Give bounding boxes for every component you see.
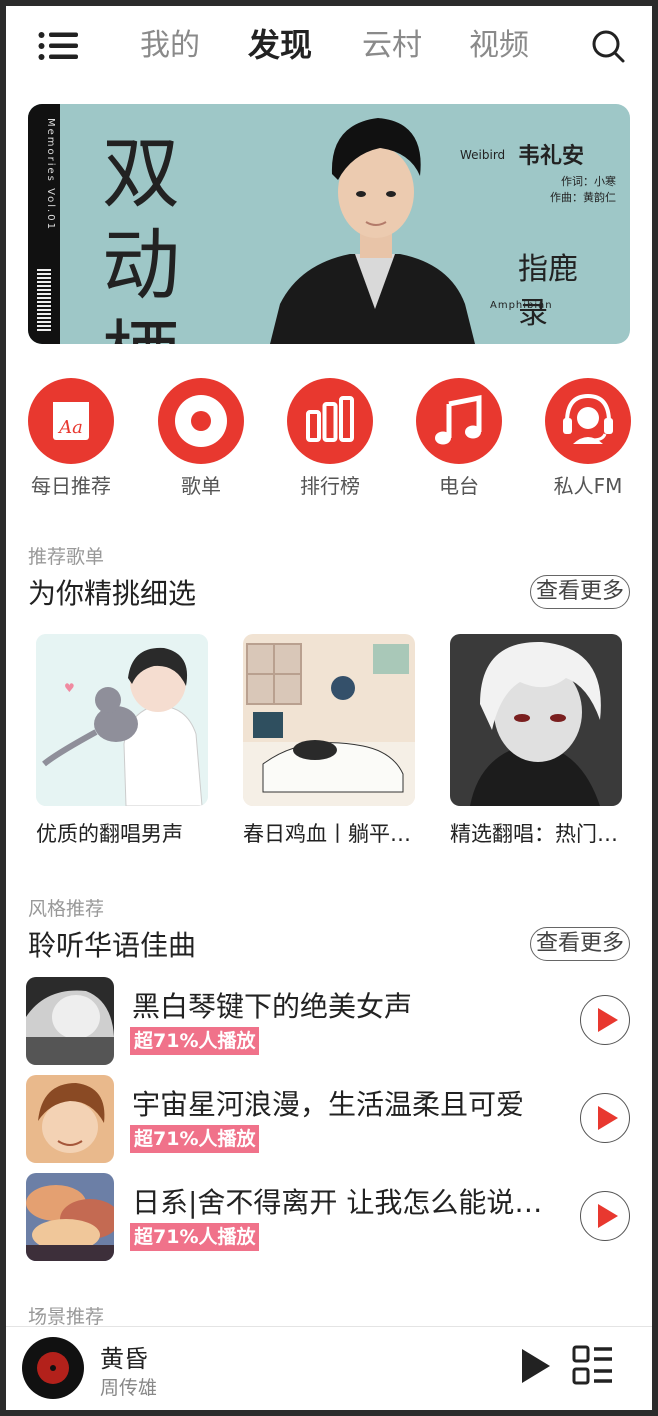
nav-charts[interactable]: 排行榜 — [275, 378, 385, 499]
tab-discover[interactable]: 发现 — [248, 25, 312, 65]
view-more-button[interactable]: 查看更多 — [530, 575, 630, 609]
nav-private-fm[interactable]: 私人FM — [533, 378, 643, 499]
artist-photo — [270, 118, 475, 344]
artist-name-cn: 韦礼安 — [518, 144, 585, 169]
tab-mine[interactable]: 我的 — [140, 26, 200, 66]
nav-label: 排行榜 — [300, 474, 360, 498]
search-icon[interactable] — [590, 28, 626, 64]
cover-illustration — [450, 634, 622, 806]
artist-name-en: Weibird — [460, 148, 506, 162]
svg-text:♥: ♥ — [64, 681, 75, 695]
song-title: 日系|舍不得离开 让我怎么能说再见 — [132, 1186, 552, 1219]
playlist-title: 优质的翻唱男声 — [36, 822, 183, 846]
song-thumbnail — [26, 1173, 114, 1261]
nav-label: 每日推荐 — [31, 474, 111, 498]
song-thumbnail — [26, 1075, 114, 1163]
playlist-card[interactable]: 春日鸡血丨躺平也能燃起来 — [243, 634, 423, 848]
play-count-badge: 超71%人播放 — [130, 1223, 260, 1251]
section-title: 聆听华语佳曲 — [28, 929, 197, 962]
top-bar: 我的 发现 云村 视频 — [6, 6, 652, 86]
promo-banner[interactable]: Memories Vol.01 双动栖物 Weibird 韦礼安 作词：小寒 作… — [28, 104, 630, 344]
lyricist-credit: 作词：小寒 — [561, 175, 616, 188]
play-icon[interactable] — [518, 1347, 552, 1385]
nav-label: 电台 — [439, 474, 479, 498]
album-logo: 指鹿录 — [518, 252, 578, 331]
play-button[interactable] — [580, 1191, 630, 1241]
album-name-en: Amphibian — [490, 300, 553, 311]
music-note-icon — [435, 394, 482, 445]
nav-radio[interactable]: 电台 — [404, 378, 514, 499]
nav-label: 私人FM — [553, 474, 623, 498]
nav-daily-recommend[interactable]: Aa 每日推荐 — [16, 378, 126, 499]
chart-bars-icon — [306, 396, 354, 442]
banner-strip-text: Memories Vol.01 — [45, 118, 56, 231]
cover-illustration: ♥ — [36, 634, 208, 806]
play-button[interactable] — [580, 995, 630, 1045]
playlist-disc-icon — [175, 395, 227, 447]
song-thumbnail — [26, 977, 114, 1065]
play-button[interactable] — [580, 1093, 630, 1143]
barcode-graphic — [37, 269, 51, 331]
nav-label: 歌单 — [181, 474, 221, 498]
song-title: 宇宙星河浪漫，生活温柔且可爱 — [132, 1088, 525, 1121]
app-screen: 我的 发现 云村 视频 Memories Vol.01 双动栖物 Weibird… — [6, 6, 652, 1410]
now-playing-title: 黄昏 — [100, 1345, 148, 1373]
playlist-card[interactable]: ♥ 优质的翻唱男声 — [36, 634, 208, 848]
section-title: 为你精挑细选 — [28, 577, 197, 610]
playlist-title: 春日鸡血丨躺平也能燃起来 — [243, 822, 423, 846]
now-playing-artist: 周传雄 — [100, 1377, 158, 1399]
calendar-icon: Aa — [53, 402, 89, 440]
tab-cloud-village[interactable]: 云村 — [362, 26, 422, 66]
playlist-cover: ♥ — [36, 634, 208, 806]
playlist-title: 精选翻唱：热门歌曲翻唱合集 — [450, 822, 630, 846]
menu-icon[interactable] — [38, 32, 78, 60]
section-subtitle: 推荐歌单 — [28, 546, 105, 568]
playlist-card[interactable]: 精选翻唱：热门歌曲翻唱合集 — [450, 634, 630, 848]
tab-video[interactable]: 视频 — [469, 26, 529, 66]
play-count-badge: 超71%人播放 — [130, 1125, 260, 1153]
banner-title: 双动栖物 — [102, 129, 180, 344]
playlist-queue-icon[interactable] — [572, 1345, 614, 1385]
section-subtitle: 场景推荐 — [28, 1306, 105, 1328]
headset-icon — [563, 393, 613, 444]
play-count-badge: 超71%人播放 — [130, 1027, 260, 1055]
song-row[interactable]: 宇宙星河浪漫，生活温柔且可爱 超71%人播放 — [26, 1075, 632, 1163]
playlist-cover — [243, 634, 415, 806]
album-disc-icon[interactable] — [22, 1337, 84, 1399]
section-subtitle: 风格推荐 — [28, 898, 105, 920]
song-row[interactable]: 黑白琴键下的绝美女声 超71%人播放 — [26, 977, 632, 1065]
song-row[interactable]: 日系|舍不得离开 让我怎么能说再见 超71%人播放 — [26, 1173, 632, 1261]
composer-credit: 作曲：黄韵仁 — [550, 191, 616, 204]
nav-playlist[interactable]: 歌单 — [146, 378, 256, 499]
song-credits: 作词：小寒 作曲：黄韵仁 — [518, 174, 616, 206]
mini-player[interactable]: 黄昏 周传雄 — [6, 1326, 652, 1410]
song-title: 黑白琴键下的绝美女声 — [132, 990, 413, 1023]
svg-text:Aa: Aa — [57, 417, 83, 438]
playlist-cover — [450, 634, 622, 806]
cover-illustration — [243, 634, 415, 806]
view-more-button[interactable]: 查看更多 — [530, 927, 630, 961]
